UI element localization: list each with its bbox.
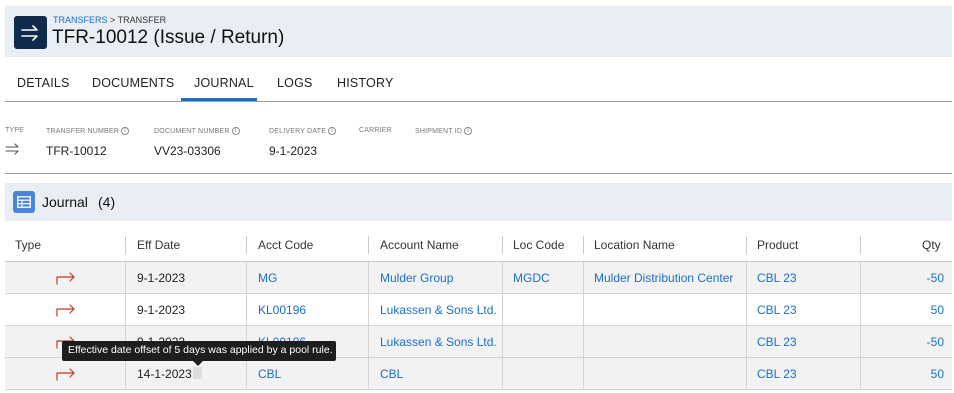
- tab-journal[interactable]: JOURNAL: [194, 76, 254, 90]
- info-icon[interactable]: i: [464, 127, 473, 135]
- tab-bar: DETAILS DOCUMENTS JOURNAL LOGS HISTORY: [5, 62, 952, 102]
- column-header-acct-code[interactable]: Acct Code: [258, 238, 313, 252]
- eff-date-cell: 9-1-2023: [137, 271, 186, 285]
- column-header-qty[interactable]: Qty: [922, 238, 941, 252]
- active-tab-indicator: [181, 98, 257, 101]
- qty-cell[interactable]: -50: [927, 271, 944, 285]
- loc-code-link[interactable]: MGDC: [513, 271, 550, 285]
- column-header-eff-date[interactable]: Eff Date: [137, 238, 180, 252]
- column-divider[interactable]: [746, 236, 747, 254]
- issue-arrow-icon: [56, 368, 75, 381]
- column-divider[interactable]: [246, 236, 247, 254]
- document-number-label: DOCUMENT NUMBER i: [154, 127, 240, 135]
- table-row[interactable]: 9-1-2023 MG Mulder Group MGDC Mulder Dis…: [5, 262, 952, 294]
- column-divider[interactable]: [502, 236, 503, 254]
- table-row[interactable]: 14-1-2023 CBL CBL CBL 23 50: [5, 358, 952, 390]
- info-icon[interactable]: i: [328, 127, 337, 135]
- product-link[interactable]: CBL 23: [757, 303, 797, 317]
- page-title: TFR-10012 (Issue / Return): [52, 27, 285, 48]
- qty-cell[interactable]: 50: [931, 303, 944, 317]
- eff-date-cell: 14-1-2023: [137, 367, 192, 381]
- shipment-id-label: SHIPMENT ID i: [415, 127, 473, 135]
- product-link[interactable]: CBL 23: [757, 335, 797, 349]
- info-icon[interactable]: i: [231, 127, 240, 135]
- divider: [5, 173, 952, 174]
- product-link[interactable]: CBL 23: [757, 271, 797, 285]
- qty-cell[interactable]: 50: [931, 367, 944, 381]
- account-name-link[interactable]: Mulder Group: [380, 271, 453, 285]
- date-offset-indicator[interactable]: [193, 367, 202, 379]
- account-name-link[interactable]: Lukassen & Sons Ltd.: [380, 335, 497, 349]
- column-divider[interactable]: [125, 236, 126, 254]
- date-offset-tooltip: Effective date offset of 5 days was appl…: [62, 341, 336, 361]
- breadcrumb-separator: >: [110, 15, 116, 25]
- account-name-link[interactable]: Lukassen & Sons Ltd.: [380, 303, 497, 317]
- table-icon: [13, 191, 35, 213]
- column-header-location-name[interactable]: Location Name: [594, 238, 675, 252]
- transfer-number-label: TRANSFER NUMBER i: [46, 127, 130, 135]
- type-label: TYPE: [5, 127, 25, 134]
- acct-code-link[interactable]: MG: [258, 271, 277, 285]
- breadcrumb-current: TRANSFER: [117, 15, 167, 25]
- journal-count: (4): [98, 194, 116, 210]
- journal-title: Journal: [42, 194, 88, 210]
- column-header-account-name[interactable]: Account Name: [380, 238, 459, 252]
- info-icon[interactable]: i: [121, 127, 130, 135]
- delivery-date-value: 9-1-2023: [269, 144, 318, 158]
- tab-history[interactable]: HISTORY: [337, 76, 394, 90]
- tab-details[interactable]: DETAILS: [17, 76, 70, 90]
- breadcrumb-link-transfers[interactable]: TRANSFERS: [53, 15, 108, 25]
- column-divider[interactable]: [368, 236, 369, 254]
- delivery-date-label: DELIVERY DATE i: [269, 127, 337, 135]
- acct-code-link[interactable]: CBL: [258, 367, 281, 381]
- carrier-label: CARRIER: [359, 127, 392, 134]
- type-value-icon: [5, 143, 21, 158]
- acct-code-link[interactable]: KL00196: [258, 303, 306, 317]
- column-divider[interactable]: [860, 236, 861, 254]
- transfer-arrows-icon: [14, 16, 47, 49]
- document-number-value: VV23-03306: [154, 144, 221, 158]
- tab-logs[interactable]: LOGS: [277, 76, 313, 90]
- column-header-product[interactable]: Product: [757, 238, 798, 252]
- table-row[interactable]: 9-1-2023 KL00196 Lukassen & Sons Ltd. CB…: [5, 294, 952, 326]
- column-header-loc-code[interactable]: Loc Code: [513, 238, 564, 252]
- location-name-link[interactable]: Mulder Distribution Center: [594, 271, 733, 285]
- breadcrumb: TRANSFERS > TRANSFER: [53, 15, 166, 25]
- tooltip-arrow: [193, 361, 203, 366]
- tab-documents[interactable]: DOCUMENTS: [92, 76, 174, 90]
- eff-date-cell: 9-1-2023: [137, 303, 186, 317]
- journal-section-header: Journal (4): [5, 183, 952, 221]
- column-divider[interactable]: [583, 236, 584, 254]
- product-link[interactable]: CBL 23: [757, 367, 797, 381]
- page-header: TRANSFERS > TRANSFER TFR-10012 (Issue / …: [5, 6, 952, 57]
- issue-arrow-icon: [56, 272, 75, 285]
- issue-arrow-icon: [56, 304, 75, 317]
- transfer-number-value: TFR-10012: [46, 144, 107, 158]
- account-name-link[interactable]: CBL: [380, 367, 403, 381]
- column-header-type[interactable]: Type: [15, 238, 41, 252]
- qty-cell[interactable]: -50: [927, 335, 944, 349]
